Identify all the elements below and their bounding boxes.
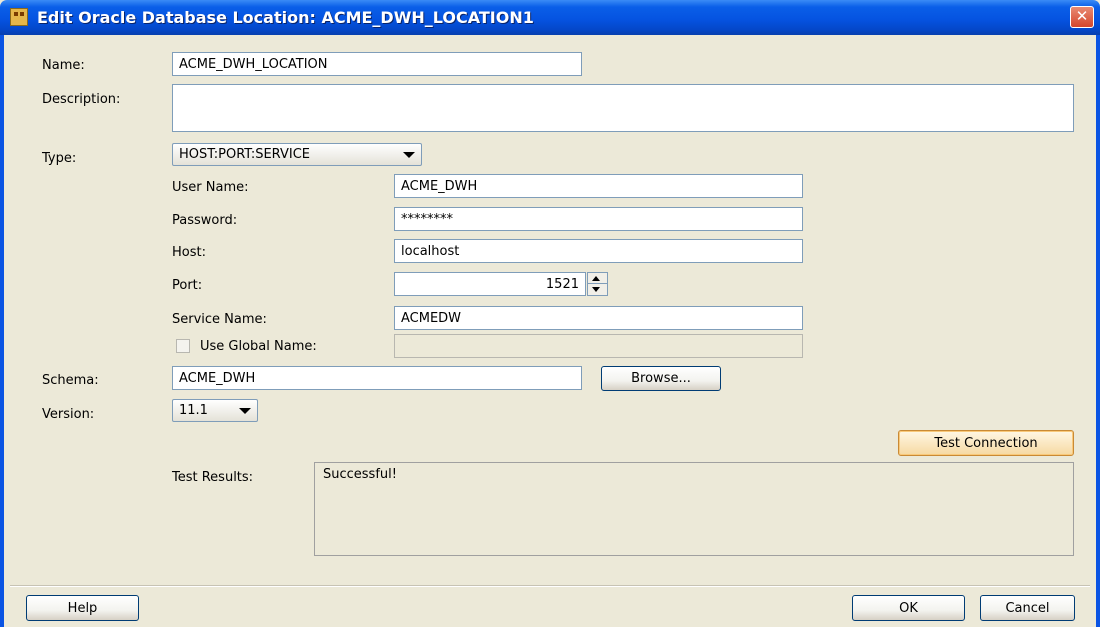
service-name-label: Service Name: <box>172 312 267 327</box>
chevron-down-icon <box>403 152 415 158</box>
description-label: Description: <box>42 92 121 107</box>
description-textarea[interactable] <box>172 84 1074 132</box>
version-select-value: 11.1 <box>179 403 208 418</box>
window-title: Edit Oracle Database Location: ACME_DWH_… <box>37 8 534 27</box>
type-label: Type: <box>42 151 77 166</box>
title-bar: Edit Oracle Database Location: ACME_DWH_… <box>0 0 1100 35</box>
oracle-warehouse-icon <box>10 8 28 26</box>
chevron-down-icon <box>239 408 251 414</box>
service-name-input[interactable] <box>394 306 803 330</box>
spin-down-icon[interactable] <box>588 284 607 295</box>
port-label: Port: <box>172 278 203 293</box>
use-global-name-checkbox[interactable] <box>176 339 190 353</box>
close-icon[interactable]: ✕ <box>1070 6 1094 28</box>
window-border-left <box>0 35 4 627</box>
test-results-area: Successful! <box>314 462 1074 556</box>
name-input[interactable] <box>172 52 582 76</box>
help-button[interactable]: Help <box>26 595 139 621</box>
host-input[interactable] <box>394 239 803 263</box>
password-label: Password: <box>172 213 238 228</box>
user-name-label: User Name: <box>172 180 249 195</box>
footer-separator <box>10 585 1090 587</box>
use-global-name-label: Use Global Name: <box>200 339 317 354</box>
version-label: Version: <box>42 407 95 422</box>
window-border-right <box>1096 35 1100 627</box>
port-input[interactable] <box>394 272 586 296</box>
cancel-button[interactable]: Cancel <box>980 595 1075 621</box>
name-label: Name: <box>42 58 85 73</box>
host-label: Host: <box>172 245 206 260</box>
schema-label: Schema: <box>42 373 99 388</box>
browse-button[interactable]: Browse... <box>601 366 721 391</box>
ok-button[interactable]: OK <box>852 595 965 621</box>
type-select[interactable]: HOST:PORT:SERVICE <box>172 143 422 166</box>
password-input[interactable] <box>394 207 803 231</box>
schema-input[interactable] <box>172 366 582 390</box>
test-results-label: Test Results: <box>172 470 254 485</box>
spin-up-icon[interactable] <box>588 273 607 284</box>
version-select[interactable]: 11.1 <box>172 399 258 422</box>
user-name-input[interactable] <box>394 174 803 198</box>
type-select-value: HOST:PORT:SERVICE <box>179 147 311 162</box>
port-spinner[interactable] <box>587 272 608 296</box>
test-connection-button[interactable]: Test Connection <box>898 430 1074 456</box>
global-name-input[interactable] <box>394 334 803 358</box>
